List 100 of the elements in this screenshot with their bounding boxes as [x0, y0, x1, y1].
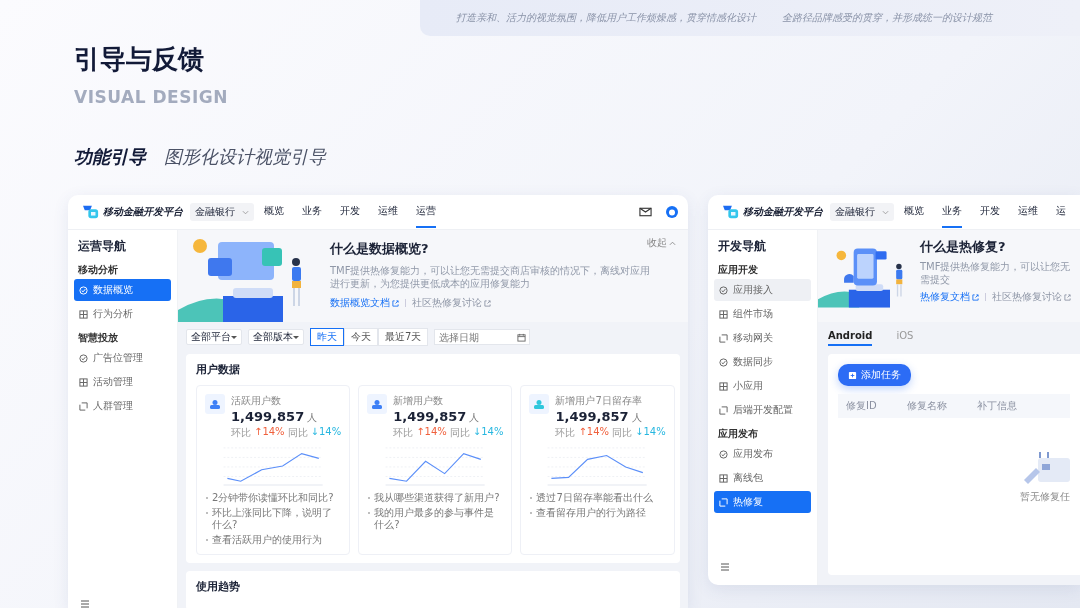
link-icon — [719, 333, 728, 343]
grid-icon — [719, 309, 728, 319]
panel-title: 使用趋势 — [196, 579, 241, 594]
doc-link[interactable]: 数据概览文档 — [330, 296, 399, 310]
org-select[interactable]: 金融银行 — [190, 203, 254, 221]
change-value: ↑14% — [578, 426, 610, 439]
caret-icon — [293, 335, 299, 339]
menu-icon[interactable] — [80, 600, 90, 608]
date-range-option[interactable]: 今天 — [344, 328, 378, 346]
compare-label: 同比 — [612, 426, 633, 440]
tagline-text: 打造亲和、活力的视觉氛围，降低用户工作烦燥感，贯穿情感化设计 — [456, 11, 756, 25]
grid-icon — [79, 309, 88, 319]
grid-icon — [719, 381, 728, 391]
circle-icon — [719, 357, 728, 367]
help-question-link[interactable]: 查看留存用户的行为路径 — [529, 506, 666, 519]
add-icon — [848, 370, 857, 380]
sidebar-item[interactable]: 人群管理 — [74, 395, 171, 417]
add-task-button[interactable]: 添加任务 — [838, 364, 911, 386]
stat-label: 活跃用户数 — [231, 394, 282, 408]
nav-tab[interactable]: 概览 — [904, 196, 924, 228]
sidebar-item[interactable]: 应用接入 — [714, 279, 811, 301]
circle-icon — [719, 285, 728, 295]
caret-icon — [669, 240, 676, 246]
mail-icon[interactable] — [639, 207, 652, 217]
compare-label: 环比 — [555, 426, 576, 440]
help-question-link[interactable]: 环比上涨同比下降，说明了什么? — [205, 506, 342, 532]
sidebar-group-label: 应用开发 — [718, 263, 759, 277]
brand-name: 移动金融开发平台 — [103, 205, 183, 219]
empty-state-text: 暂无修复任 — [1020, 490, 1070, 504]
caret-icon — [882, 209, 889, 215]
grid-icon — [719, 473, 728, 483]
banner-title: 什么是热修复? — [920, 238, 1006, 256]
sidebar-item[interactable]: 活动管理 — [74, 371, 171, 393]
help-question-link[interactable]: 查看活跃用户的使用行为 — [205, 533, 342, 546]
sidebar-item[interactable]: 小应用 — [714, 375, 811, 397]
circle-icon — [719, 449, 728, 459]
column-header: 修复名称 — [906, 399, 947, 413]
compare-label: 环比 — [393, 426, 414, 440]
doc-link[interactable]: 热修复文档 — [920, 290, 979, 304]
menu-icon[interactable] — [720, 563, 730, 571]
sidebar-title: 运营导航 — [78, 238, 127, 255]
sidebar-group-label: 移动分析 — [78, 263, 119, 277]
nav-tab[interactable]: 开发 — [980, 196, 1000, 228]
nav-tab[interactable]: 业务 — [942, 196, 962, 228]
nav-tab[interactable]: 运维 — [378, 196, 398, 228]
help-question-link[interactable]: 透过7日留存率能看出什么 — [529, 492, 666, 505]
platform-tab[interactable]: Android — [828, 330, 873, 346]
sidebar-item[interactable]: 组件市场 — [714, 303, 811, 325]
sidebar-group-label: 应用发布 — [718, 427, 759, 441]
tagline-text: 全路径品牌感受的贯穿，并形成统一的设计规范 — [782, 11, 992, 25]
help-question-link[interactable]: 2分钟带你读懂环比和同比? — [205, 492, 342, 505]
collapse-link[interactable]: 收起 — [647, 236, 676, 250]
nav-tab[interactable]: 运营 — [416, 196, 436, 228]
section-subtitle: 图形化设计视觉引导 — [164, 145, 326, 169]
column-header: 修复ID — [846, 399, 877, 413]
circle-icon — [79, 285, 88, 295]
avatar-icon[interactable] — [666, 206, 678, 218]
date-range-option[interactable]: 最近7天 — [378, 328, 429, 346]
sidebar-item[interactable]: 数据同步 — [714, 351, 811, 373]
external-link-icon — [392, 299, 399, 307]
compare-label: 同比 — [449, 426, 470, 440]
nav-tab[interactable]: 概览 — [264, 196, 284, 228]
sidebar-group-label: 智慧投放 — [78, 331, 119, 345]
brand-name: 移动金融开发平台 — [743, 205, 823, 219]
column-header: 补丁信息 — [976, 399, 1017, 413]
stat-value: 1,499,857 — [555, 409, 629, 424]
nav-tab[interactable]: 运维 — [1018, 196, 1038, 228]
circle-icon — [79, 353, 88, 363]
filter-select[interactable]: 全部平台 — [186, 329, 242, 345]
stat-value: 1,499,857 — [393, 409, 467, 424]
caret-icon — [231, 335, 237, 339]
compare-label: 同比 — [287, 426, 308, 440]
calendar-icon — [517, 332, 527, 342]
banner-title: 什么是数据概览? — [330, 240, 429, 258]
nav-tab[interactable]: 开发 — [340, 196, 360, 228]
sidebar-item[interactable]: 应用发布 — [714, 443, 811, 465]
sidebar-item[interactable]: 数据概览 — [74, 279, 171, 301]
change-value: ↑14% — [254, 426, 285, 439]
sidebar-item[interactable]: 热修复 — [714, 491, 811, 513]
external-link-icon — [972, 293, 979, 301]
sidebar-item[interactable]: 后端开发配置 — [714, 399, 811, 421]
help-question-link[interactable]: 我从哪些渠道获得了新用户? — [367, 492, 504, 505]
stat-label: 新增用户7日留存率 — [555, 394, 643, 408]
nav-tab[interactable]: 业务 — [302, 196, 322, 228]
sidebar-item[interactable]: 行为分析 — [74, 303, 171, 325]
filter-select[interactable]: 全部版本 — [248, 329, 304, 345]
link-icon — [79, 401, 88, 411]
page-subtitle: VISUAL DESIGN — [74, 87, 229, 107]
change-value: ↓14% — [635, 426, 666, 439]
date-range-option[interactable]: 昨天 — [310, 328, 344, 346]
nav-tab[interactable]: 运 — [1056, 196, 1066, 228]
help-question-link[interactable]: 我的用户最多的参与事件是什么? — [367, 506, 504, 532]
compare-label: 环比 — [231, 426, 251, 440]
date-field[interactable]: 选择日期 — [434, 329, 531, 345]
panel-title: 用户数据 — [196, 362, 241, 377]
sidebar-item[interactable]: 移动网关 — [714, 327, 811, 349]
org-select[interactable]: 金融银行 — [830, 203, 894, 221]
sidebar-item[interactable]: 离线包 — [714, 467, 811, 489]
sidebar-item[interactable]: 广告位管理 — [74, 347, 171, 369]
banner-description: TMF提供热修复能力，可以让您无需提交商店审核的情况下，离线对应用进行更新，为您提供更低成本的应用修复能力 — [330, 264, 652, 290]
